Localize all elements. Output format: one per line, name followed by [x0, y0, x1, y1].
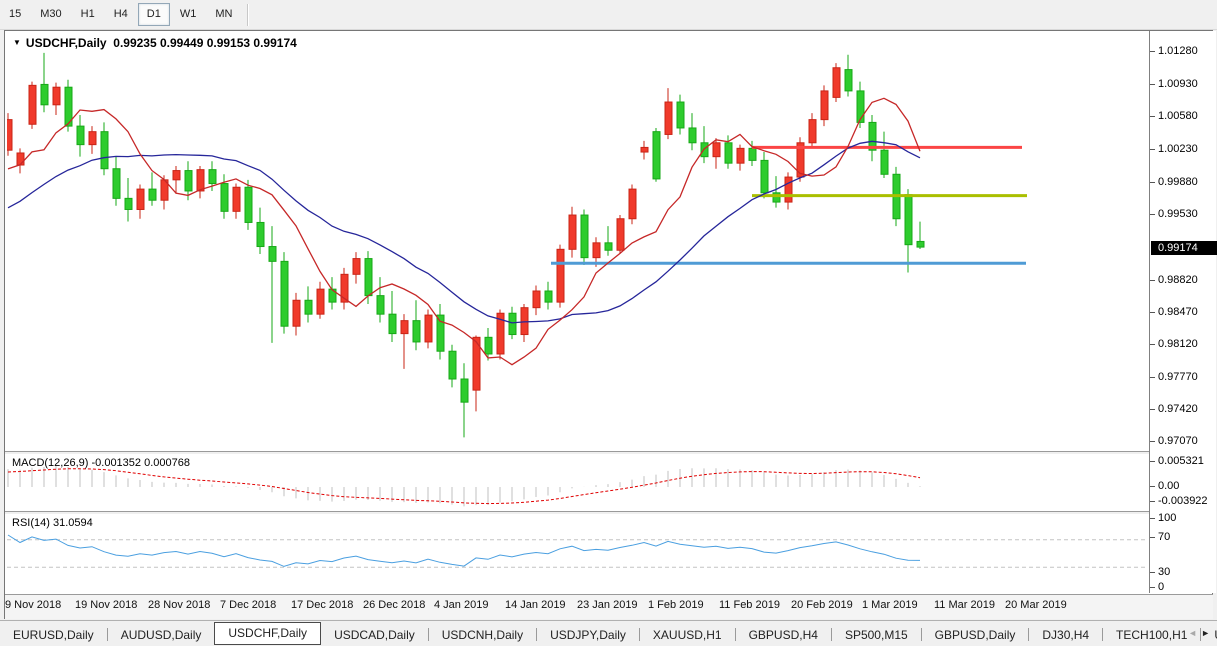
price-chart-pane[interactable] — [7, 33, 1147, 451]
price-axis-label: 0.99880 — [1158, 176, 1198, 188]
date-axis-label: 14 Jan 2019 — [505, 599, 566, 611]
rsi-value: 31.0594 — [53, 517, 93, 529]
date-axis-label: 28 Nov 2018 — [148, 599, 210, 611]
date-axis-label: 1 Mar 2019 — [862, 599, 918, 611]
tab-xauusd-h1[interactable]: XAUUSD,H1 — [640, 626, 735, 645]
tab-dj30-h4[interactable]: DJ30,H4 — [1029, 626, 1102, 645]
macd-axis-label: 0.005321 — [1158, 455, 1204, 467]
macd-label: MACD(12,26,9) -0.001352 0.000768 — [12, 457, 190, 469]
date-axis-label: 1 Feb 2019 — [648, 599, 704, 611]
timeframe-button-M30[interactable]: M30 — [31, 3, 70, 26]
date-axis-label: 11 Mar 2019 — [934, 599, 995, 611]
tab-usdcad-daily[interactable]: USDCAD,Daily — [321, 626, 428, 645]
chevron-down-icon[interactable]: ▼ — [13, 38, 21, 47]
timeframe-button-15[interactable]: 15 — [0, 3, 30, 26]
rsi-name: RSI(14) — [12, 517, 50, 529]
date-axis-label: 17 Dec 2018 — [291, 599, 353, 611]
tab-sp500-m15[interactable]: SP500,M15 — [832, 626, 921, 645]
tab-usdjpy-daily[interactable]: USDJPY,Daily — [537, 626, 639, 645]
date-axis-label: 9 Nov 2018 — [5, 599, 61, 611]
rsi-pane[interactable] — [7, 515, 1147, 593]
chart-tab-bar: EURUSD,DailyAUDUSD,DailyUSDCHF,DailyUSDC… — [0, 620, 1217, 646]
rsi-axis-label: 100 — [1158, 512, 1176, 524]
price-axis-label: 0.97420 — [1158, 403, 1198, 415]
chart-symbol-label: USDCHF,Daily — [26, 36, 107, 50]
timeframe-toolbar: 15M30H1H4D1W1MN — [0, 0, 1217, 30]
tab-usdcnh-daily[interactable]: USDCNH,Daily — [429, 626, 536, 645]
price-axis-label: 0.97070 — [1158, 435, 1198, 447]
tab-gbpusd-daily[interactable]: GBPUSD,Daily — [922, 626, 1029, 645]
macd-axis-label: -0.003922 — [1158, 495, 1208, 507]
macd-values: -0.001352 0.000768 — [91, 457, 189, 469]
price-axis-label: 1.00230 — [1158, 143, 1198, 155]
timeframe-button-H4[interactable]: H4 — [105, 3, 137, 26]
tab-audusd-daily[interactable]: AUDUSD,Daily — [108, 626, 215, 645]
date-axis-label: 4 Jan 2019 — [434, 599, 488, 611]
price-axis-label: 1.01280 — [1158, 45, 1198, 57]
current-price-badge: 0.99174 — [1151, 241, 1217, 255]
price-axis-label: 0.98470 — [1158, 306, 1198, 318]
rsi-axis-label: 70 — [1158, 531, 1170, 543]
price-axis-label: 1.00580 — [1158, 110, 1198, 122]
tab-usdchf-daily[interactable]: USDCHF,Daily — [214, 622, 321, 645]
date-axis-label: 7 Dec 2018 — [220, 599, 276, 611]
chart-ohlc-values: 0.99235 0.99449 0.99153 0.99174 — [113, 36, 297, 50]
toolbar-separator — [247, 4, 249, 26]
price-axis-label: 0.98820 — [1158, 274, 1198, 286]
tab-gbpusd-h4[interactable]: GBPUSD,H4 — [736, 626, 831, 645]
timeframe-button-MN[interactable]: MN — [206, 3, 241, 26]
tab-eurusd-daily[interactable]: EURUSD,Daily — [0, 626, 107, 645]
rsi-axis-label: 30 — [1158, 566, 1170, 578]
macd-name: MACD(12,26,9) — [12, 457, 88, 469]
date-axis[interactable]: 9 Nov 2018 19 Nov 2018 28 Nov 2018 7 Dec 20… — [5, 594, 1213, 619]
timeframe-button-D1[interactable]: D1 — [138, 3, 170, 26]
tab-tech100-h1[interactable]: TECH100,H1 — [1103, 626, 1200, 645]
tab-scroll-arrows: ◄► — [1188, 628, 1214, 638]
date-axis-label: 23 Jan 2019 — [577, 599, 638, 611]
timeframe-button-H1[interactable]: H1 — [72, 3, 104, 26]
price-axis-label: 0.99530 — [1158, 208, 1198, 220]
date-axis-label: 19 Nov 2018 — [75, 599, 137, 611]
date-axis-label: 20 Feb 2019 — [791, 599, 853, 611]
date-axis-label: 20 Mar 2019 — [1005, 599, 1067, 611]
price-axis-label: 0.97770 — [1158, 371, 1198, 383]
price-axis-label: 0.98120 — [1158, 338, 1198, 350]
price-axis[interactable]: 1.01280 1.00930 1.00580 1.00230 0.99880 0.995… — [1149, 31, 1216, 593]
rsi-axis-label: 0 — [1158, 581, 1164, 593]
macd-axis-label: 0.00 — [1158, 480, 1179, 492]
tab-scroll-left-icon[interactable]: ◄ — [1188, 628, 1201, 638]
timeframe-button-W1[interactable]: W1 — [171, 3, 206, 26]
rsi-label: RSI(14) 31.0594 — [12, 517, 93, 529]
tab-scroll-right-icon[interactable]: ► — [1201, 628, 1214, 638]
price-axis-label: 1.00930 — [1158, 78, 1198, 90]
chart-title: ▼ USDCHF,Daily 0.99235 0.99449 0.99153 0.… — [13, 36, 297, 50]
date-axis-label: 11 Feb 2019 — [719, 599, 780, 611]
date-axis-label: 26 Dec 2018 — [363, 599, 425, 611]
